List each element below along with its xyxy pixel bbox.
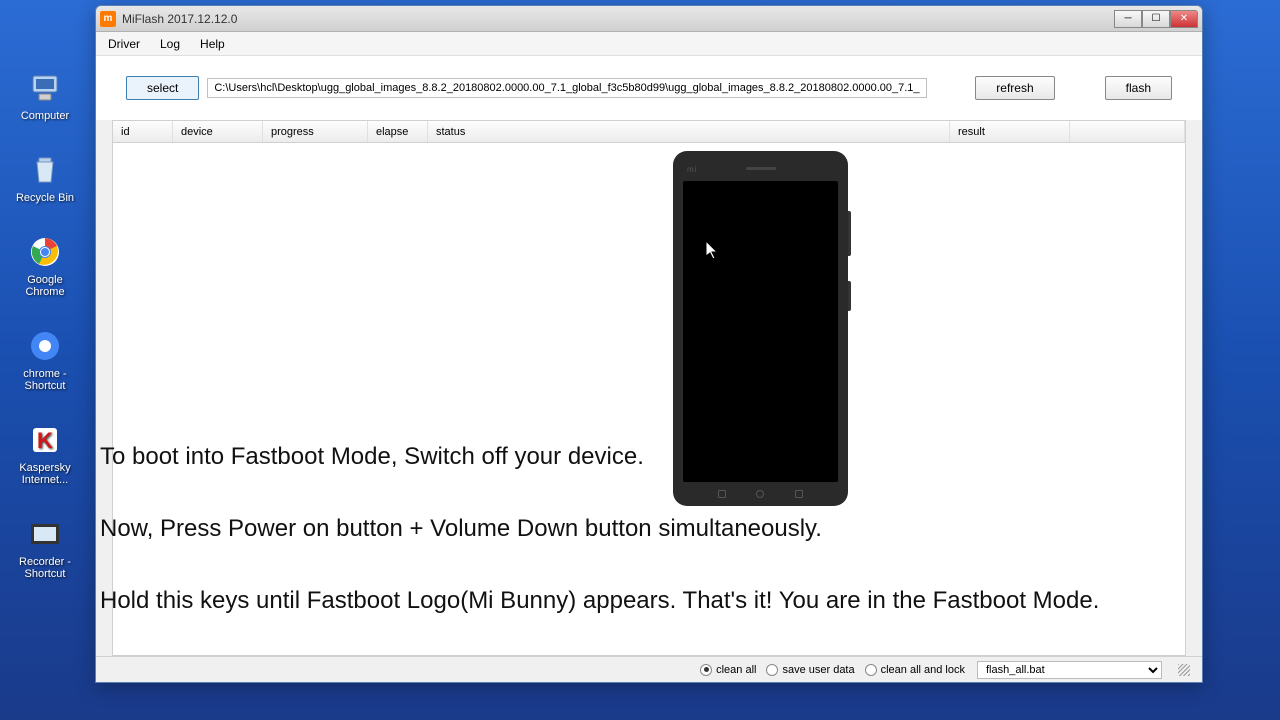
desktop-icon-chrome[interactable]: Google Chrome [15, 234, 75, 298]
col-id[interactable]: id [113, 121, 173, 142]
menu-log[interactable]: Log [160, 37, 180, 51]
titlebar[interactable]: m MiFlash 2017.12.12.0 ─ ☐ ✕ [96, 6, 1202, 32]
table-header: id device progress elapse status result [113, 121, 1185, 143]
desktop-icon-label: Recorder - Shortcut [15, 556, 75, 580]
phone-logo: mi [687, 165, 697, 174]
col-progress[interactable]: progress [263, 121, 368, 142]
phone-volume-button [848, 211, 851, 256]
radio-icon [865, 664, 877, 676]
toolbar: select refresh flash [96, 56, 1202, 120]
window-title: MiFlash 2017.12.12.0 [122, 12, 1114, 26]
minimize-button[interactable]: ─ [1114, 10, 1142, 28]
maximize-button[interactable]: ☐ [1142, 10, 1170, 28]
phone-screen [683, 181, 838, 482]
phone-illustration: mi [673, 151, 848, 506]
computer-icon [27, 70, 63, 106]
radio-icon [766, 664, 778, 676]
overlay-instruction-1: To boot into Fastboot Mode, Switch off y… [100, 443, 644, 471]
kaspersky-icon: K [27, 422, 63, 458]
phone-nav-buttons [673, 490, 848, 498]
desktop-icon-label: Google Chrome [15, 274, 75, 298]
menubar: Driver Log Help [96, 32, 1202, 56]
close-button[interactable]: ✕ [1170, 10, 1198, 28]
select-button[interactable]: select [126, 76, 199, 100]
desktop-icon-computer[interactable]: Computer [15, 70, 75, 122]
refresh-button[interactable]: refresh [975, 76, 1054, 100]
radio-clean-all[interactable]: clean all [700, 664, 756, 676]
radio-label: clean all [716, 664, 756, 676]
path-input[interactable] [207, 78, 927, 98]
svg-text:K: K [37, 428, 53, 453]
desktop-icon-label: Computer [21, 110, 69, 122]
device-table: id device progress elapse status result … [112, 120, 1186, 656]
radio-label: save user data [782, 664, 854, 676]
desktop-icon-label: chrome - Shortcut [15, 368, 75, 392]
col-device[interactable]: device [173, 121, 263, 142]
desktop-icon-recycle-bin[interactable]: Recycle Bin [15, 152, 75, 204]
app-icon: m [100, 11, 116, 27]
col-spacer [1070, 121, 1185, 142]
desktop-icon-label: Kaspersky Internet... [15, 462, 75, 486]
radio-label: clean all and lock [881, 664, 965, 676]
desktop-icon-recorder[interactable]: Recorder - Shortcut [15, 516, 75, 580]
recorder-icon [27, 516, 63, 552]
phone-power-button [848, 281, 851, 311]
statusbar: clean all save user data clean all and l… [96, 656, 1202, 682]
desktop-icons: Computer Recycle Bin Google Chrome chrom… [15, 70, 75, 580]
col-status[interactable]: status [428, 121, 950, 142]
resize-grip-icon[interactable] [1178, 664, 1190, 676]
desktop-icon-label: Recycle Bin [16, 192, 74, 204]
menu-help[interactable]: Help [200, 37, 225, 51]
phone-speaker [746, 167, 776, 170]
radio-clean-all-and-lock[interactable]: clean all and lock [865, 664, 965, 676]
overlay-instruction-3: Hold this keys until Fastboot Logo(Mi Bu… [100, 587, 1099, 615]
chrome-icon [27, 234, 63, 270]
recycle-bin-icon [27, 152, 63, 188]
phone-nav-home-icon [756, 490, 764, 498]
radio-icon [700, 664, 712, 676]
phone-nav-menu-icon [718, 490, 726, 498]
desktop-icon-kaspersky[interactable]: K Kaspersky Internet... [15, 422, 75, 486]
flash-mode-radios: clean all save user data clean all and l… [700, 664, 965, 676]
col-elapse[interactable]: elapse [368, 121, 428, 142]
desktop-icon-chrome-shortcut[interactable]: chrome - Shortcut [15, 328, 75, 392]
radio-save-user-data[interactable]: save user data [766, 664, 854, 676]
menu-driver[interactable]: Driver [108, 37, 140, 51]
col-result[interactable]: result [950, 121, 1070, 142]
window-controls: ─ ☐ ✕ [1114, 10, 1198, 28]
overlay-instruction-2: Now, Press Power on button + Volume Down… [100, 515, 822, 543]
miflash-window: m MiFlash 2017.12.12.0 ─ ☐ ✕ Driver Log … [95, 5, 1203, 683]
phone-nav-back-icon [795, 490, 803, 498]
chrome-shortcut-icon [27, 328, 63, 364]
flash-button[interactable]: flash [1105, 76, 1172, 100]
script-select[interactable]: flash_all.bat [977, 661, 1162, 679]
